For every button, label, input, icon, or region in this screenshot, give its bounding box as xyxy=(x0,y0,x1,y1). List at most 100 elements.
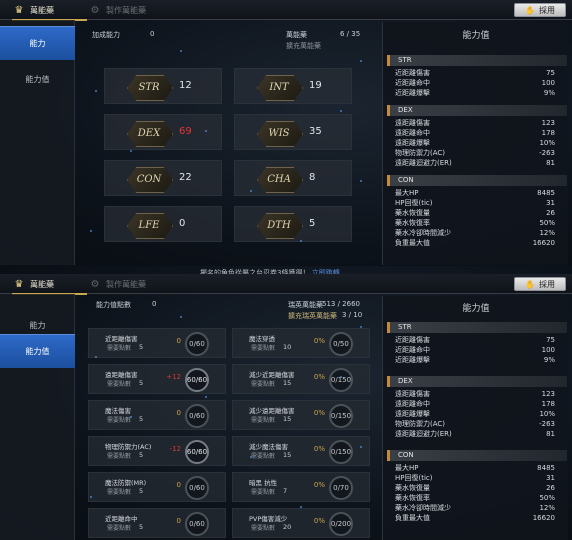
stat-badge: DTH xyxy=(257,213,301,237)
ability-stat-value: 26 xyxy=(546,209,555,217)
ability-stat-label: 藥水恢復量 xyxy=(395,484,430,492)
ability-stat-label: 藥水恢復率 xyxy=(395,494,430,502)
card-progress-ring[interactable]: 0/60 xyxy=(185,476,209,500)
ability-stat-label: 負重最大值 xyxy=(395,514,430,522)
sparkle-decoration xyxy=(360,446,362,448)
stat-tile-str[interactable]: STR 12 xyxy=(104,68,222,104)
tab-craft-elixir[interactable]: ⚙ 製作萬能藥 xyxy=(88,2,146,18)
card-progress-ring[interactable]: 0/60 xyxy=(185,512,209,536)
ability-stat-label: 物理防禦力(AC) xyxy=(395,420,446,428)
ability-stat-label: 藥水冷卻時間減少 xyxy=(395,504,451,512)
tab-elixir-label: 萬能藥 xyxy=(30,279,54,289)
ability-card[interactable]: PVP傷害減少 需要點數 20 0% 0/200 xyxy=(232,508,370,538)
ability-card[interactable]: 減少魔法傷害 需要點數 15 0% 0/150 xyxy=(232,436,370,466)
card-bonus: 0% xyxy=(313,517,325,525)
ability-stat-value: 50% xyxy=(539,219,555,227)
sidebar-item-ability-value[interactable]: 能力值 xyxy=(0,62,75,96)
ability-card[interactable]: 減少遠距離傷害 需要點數 15 0% 0/150 xyxy=(232,400,370,430)
ability-stat-label: 最大HP xyxy=(395,464,419,472)
ability-card[interactable]: 暗黑 抗性 需要點數 7 0% 0/70 xyxy=(232,472,370,502)
stat-tile-int[interactable]: INT 19 xyxy=(234,68,352,104)
card-progress-ring[interactable]: 0/60 xyxy=(185,332,209,356)
apply-button[interactable]: ✋ 採用 xyxy=(514,277,566,291)
ability-card[interactable]: 近距離傷害 需要點數 5 0 0/60 xyxy=(88,328,226,358)
ability-stat-value: 75 xyxy=(546,336,555,344)
ability-card[interactable]: 魔法傷害 需要點數 5 0 0/60 xyxy=(88,400,226,430)
ability-stat-row: 負重最大值 16620 xyxy=(395,239,555,248)
ability-stat-value: 10% xyxy=(539,410,555,418)
card-progress-ring[interactable]: 60/60 xyxy=(185,368,209,392)
card-progress: 60/60 xyxy=(186,376,208,384)
ability-stat-value: 81 xyxy=(546,430,555,438)
ability-card[interactable]: 物理防禦力(AC) 需要點數 5 -12 60/60 xyxy=(88,436,226,466)
card-progress-ring[interactable]: 60/60 xyxy=(185,440,209,464)
tab-craft-label: 製作萬能藥 xyxy=(106,5,146,15)
ability-stat-value: 123 xyxy=(541,119,555,127)
sidebar-item-ability-value[interactable]: 能力值 xyxy=(0,334,75,368)
section-head-con: CON xyxy=(387,450,567,461)
card-name: 魔法傷害 xyxy=(105,407,131,415)
card-progress-ring[interactable]: 0/150 xyxy=(329,404,353,428)
ability-stat-row: 近距離傷害 75 xyxy=(395,336,555,345)
ability-stat-label: HP回復(tic) xyxy=(395,474,433,482)
tab-elixir[interactable]: ♛ 萬能藥 xyxy=(12,2,87,21)
ability-stat-label: 遠距離命中 xyxy=(395,129,430,137)
ability-card[interactable]: 遠距離傷害 需要點數 5 +12 60/60 xyxy=(88,364,226,394)
ability-stat-row: 遠距離命中 178 xyxy=(395,400,555,409)
stat-tile-dex[interactable]: DEX 69 xyxy=(104,114,222,150)
stat-tile-con[interactable]: CON 22 xyxy=(104,160,222,196)
card-progress-ring[interactable]: 0/150 xyxy=(329,368,353,392)
card-progress-ring[interactable]: 0/70 xyxy=(329,476,353,500)
apply-button-label: 採用 xyxy=(538,5,555,15)
stat-tile-wis[interactable]: WIS 35 xyxy=(234,114,352,150)
card-progress-ring[interactable]: 0/150 xyxy=(329,440,353,464)
stat-tile-dth[interactable]: DTH 5 xyxy=(234,206,352,242)
tab-elixir[interactable]: ♛ 萬能藥 xyxy=(12,276,87,295)
expand-elixir-label[interactable]: 擴充萬能藥 xyxy=(286,41,321,51)
stat-value: 69 xyxy=(179,126,192,137)
sparkle-decoration xyxy=(360,60,362,62)
ability-stat-label: 近距離傷害 xyxy=(395,336,430,344)
expand-elixir-label[interactable]: 擴充瑞英萬能藥 xyxy=(288,311,337,321)
card-progress-ring[interactable]: 0/200 xyxy=(329,512,353,536)
card-bonus: 0% xyxy=(313,409,325,417)
card-name: 減少遠距離傷害 xyxy=(249,407,295,415)
craft-icon: ⚙ xyxy=(90,278,100,290)
ability-stat-label: 最大HP xyxy=(395,189,419,197)
apply-button[interactable]: ✋ 採用 xyxy=(514,3,566,17)
card-name: 減少魔法傷害 xyxy=(249,443,288,451)
ability-stat-row: 遠距離傷害 123 xyxy=(395,119,555,128)
craft-icon: ⚙ xyxy=(90,4,100,16)
ability-stat-label: 近距離命中 xyxy=(395,79,430,87)
stat-tile-lfe[interactable]: LFE 0 xyxy=(104,206,222,242)
card-bonus: 0% xyxy=(313,445,325,453)
ability-card[interactable]: 近距離命中 需要點數 5 0 0/60 xyxy=(88,508,226,538)
ability-stat-value: 12% xyxy=(539,229,555,237)
sidebar-item-ability[interactable]: 能力 xyxy=(0,26,75,60)
stat-name: WIS xyxy=(268,127,290,139)
ability-value-panel: 能力值 STR 近距離傷害 75 近距離命中 100 近距離爆擊 9% DEX 遠距離傷害 123… xyxy=(382,22,568,265)
tab-craft-elixir[interactable]: ⚙ 製作萬能藥 xyxy=(88,276,146,292)
ability-card[interactable]: 魔法防禦(MR) 需要點數 5 0 0/60 xyxy=(88,472,226,502)
card-name: 近距離傷害 xyxy=(105,335,138,343)
card-points-label: 需要點數 xyxy=(251,453,276,460)
hand-icon: ✋ xyxy=(525,279,535,289)
card-progress-ring[interactable]: 0/50 xyxy=(329,332,353,356)
added-ability-value: 0 xyxy=(150,30,155,38)
stat-badge: LFE xyxy=(127,213,171,237)
elixir-label: 瑞英萬能藥 xyxy=(288,301,323,309)
card-points-value: 15 xyxy=(283,379,292,387)
ability-card[interactable]: 魔法穿透 需要點數 10 0% 0/50 xyxy=(232,328,370,358)
ability-stat-row: 近距離命中 100 xyxy=(395,346,555,355)
apply-button-label: 採用 xyxy=(538,279,555,289)
sparkle-decoration xyxy=(360,180,362,182)
sparkle-decoration xyxy=(95,356,97,358)
ability-stat-value: 10% xyxy=(539,139,555,147)
sparkle-decoration xyxy=(250,456,252,458)
ability-stat-value: 81 xyxy=(546,159,555,167)
ability-card[interactable]: 減少近距離傷害 需要點數 15 0% 0/150 xyxy=(232,364,370,394)
card-progress-ring[interactable]: 0/60 xyxy=(185,404,209,428)
sparkle-decoration xyxy=(340,376,342,378)
ability-stat-value: 31 xyxy=(546,474,555,482)
card-name: 魔法防禦(MR) xyxy=(105,479,147,487)
